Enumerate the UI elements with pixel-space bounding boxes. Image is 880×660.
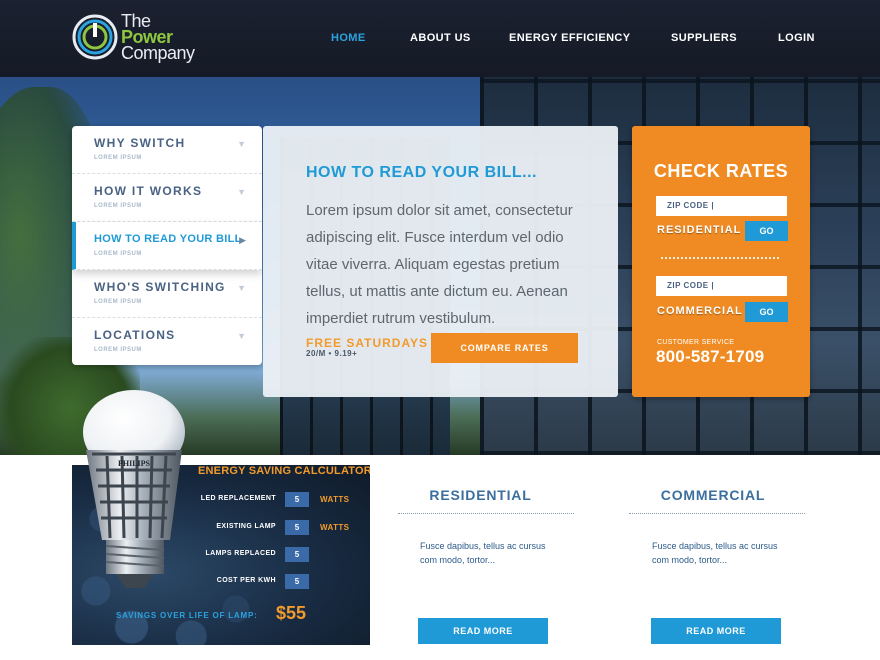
calc-value-field[interactable]: 5 (285, 492, 309, 507)
savings-label: SAVINGS OVER LIFE OF LAMP: (116, 611, 258, 620)
promo-title: FREE SATURDAYS (306, 336, 429, 350)
side-menu-item-subtitle: LOREM IPSUM (94, 347, 142, 353)
nav-login[interactable]: LOGIN (778, 32, 815, 44)
info-body: Lorem ipsum dolor sit amet, consectetur … (306, 202, 573, 327)
commercial-read-more-button[interactable]: READ MORE (651, 618, 781, 644)
nav-about-us[interactable]: ABOUT US (410, 32, 471, 44)
info-panel: HOW TO READ YOUR BILL... Lorem ipsum dol… (263, 126, 618, 397)
calc-value-field[interactable]: 5 (285, 574, 309, 589)
site-header: The Power Company HOME ABOUT US ENERGY E… (0, 0, 880, 77)
info-title: HOW TO READ YOUR BILL... (306, 164, 537, 181)
calc-unit: WATTS (320, 495, 350, 504)
side-menu-item-why-switch[interactable]: WHY SWITCH LOREM IPSUM ▼ (72, 126, 262, 174)
calc-value-field[interactable]: 5 (285, 547, 309, 562)
promo-subtitle: 20/M • 9.19+ (306, 349, 358, 358)
customer-service-phone[interactable]: 800-587-1709 (656, 347, 764, 367)
check-rates-panel: CHECK RATES ZIP CODE | RESIDENTIAL GO ZI… (632, 126, 810, 397)
side-menu-item-how-it-works[interactable]: HOW IT WORKS LOREM IPSUM ▼ (72, 174, 262, 222)
residential-zip-input[interactable]: ZIP CODE | (656, 196, 787, 216)
calc-row-label: LAMPS REPLACED (205, 550, 276, 557)
residential-label: RESIDENTIAL (657, 224, 742, 236)
chevron-down-icon: ▼ (237, 187, 246, 197)
side-menu-item-locations[interactable]: LOCATIONS LOREM IPSUM ▼ (72, 318, 262, 365)
chevron-down-icon: ▼ (237, 139, 246, 149)
bulb-brand-text: PHILIPS (118, 459, 151, 468)
commercial-card-title: COMMERCIAL (660, 487, 766, 503)
side-menu-item-whos-switching[interactable]: WHO'S SWITCHING LOREM IPSUM ▼ (72, 270, 262, 318)
calc-unit: WATTS (320, 523, 350, 532)
calc-row-label: COST PER KWH (216, 577, 276, 584)
nav-home[interactable]: HOME (331, 32, 366, 44)
commercial-go-button[interactable]: GO (745, 302, 788, 322)
side-menu-item-subtitle: LOREM IPSUM (94, 203, 142, 209)
side-menu-item-title: LOCATIONS (94, 328, 176, 342)
savings-value: $55 (276, 603, 307, 623)
divider (398, 513, 574, 514)
commercial-card-text: Fusce dapibus, tellus ac cursus com modo… (652, 541, 778, 565)
divider (661, 257, 779, 259)
side-menu-item-subtitle: LOREM IPSUM (94, 299, 142, 305)
side-menu-item-subtitle: LOREM IPSUM (94, 251, 142, 257)
calc-row-label: EXISTING LAMP (216, 523, 276, 530)
customer-service-label: CUSTOMER SERVICE (657, 339, 735, 346)
commercial-zip-input[interactable]: ZIP CODE | (656, 276, 787, 296)
side-menu-item-title: WHO'S SWITCHING (94, 280, 226, 294)
calculator-title: ENERGY SAVING CALCULATOR (198, 465, 370, 477)
chevron-right-icon: ▶ (239, 235, 246, 245)
calc-value-field[interactable]: 5 (285, 520, 309, 535)
light-bulb-image: PHILIPS (83, 390, 185, 588)
side-menu-item-title: HOW TO READ YOUR BILL (94, 233, 242, 245)
side-menu-item-title: WHY SWITCH (94, 136, 186, 150)
compare-rates-button[interactable]: COMPARE RATES (431, 333, 578, 363)
residential-read-more-button[interactable]: READ MORE (418, 618, 548, 644)
side-menu: WHY SWITCH LOREM IPSUM ▼ HOW IT WORKS LO… (72, 126, 262, 365)
residential-card-text: Fusce dapibus, tellus ac cursus com modo… (420, 541, 546, 565)
side-menu-item-subtitle: LOREM IPSUM (94, 155, 142, 161)
side-menu-item-how-to-read-your-bill[interactable]: HOW TO READ YOUR BILL LOREM IPSUM ▶ (72, 222, 262, 270)
main-nav: HOME ABOUT US ENERGY EFFICIENCY SUPPLIER… (0, 32, 880, 46)
check-rates-title: CHECK RATES (653, 161, 789, 181)
residential-card-title: RESIDENTIAL (429, 487, 532, 503)
commercial-label: COMMERCIAL (657, 305, 743, 317)
logo-line-3: Company (121, 43, 195, 63)
nav-energy-efficiency[interactable]: ENERGY EFFICIENCY (509, 32, 631, 44)
nav-suppliers[interactable]: SUPPLIERS (671, 32, 737, 44)
residential-go-button[interactable]: GO (745, 221, 788, 241)
side-menu-item-title: HOW IT WORKS (94, 184, 203, 198)
chevron-down-icon: ▼ (237, 283, 246, 293)
calc-row-label: LED REPLACEMENT (200, 495, 276, 502)
chevron-down-icon: ▼ (237, 331, 246, 341)
divider (629, 513, 805, 514)
